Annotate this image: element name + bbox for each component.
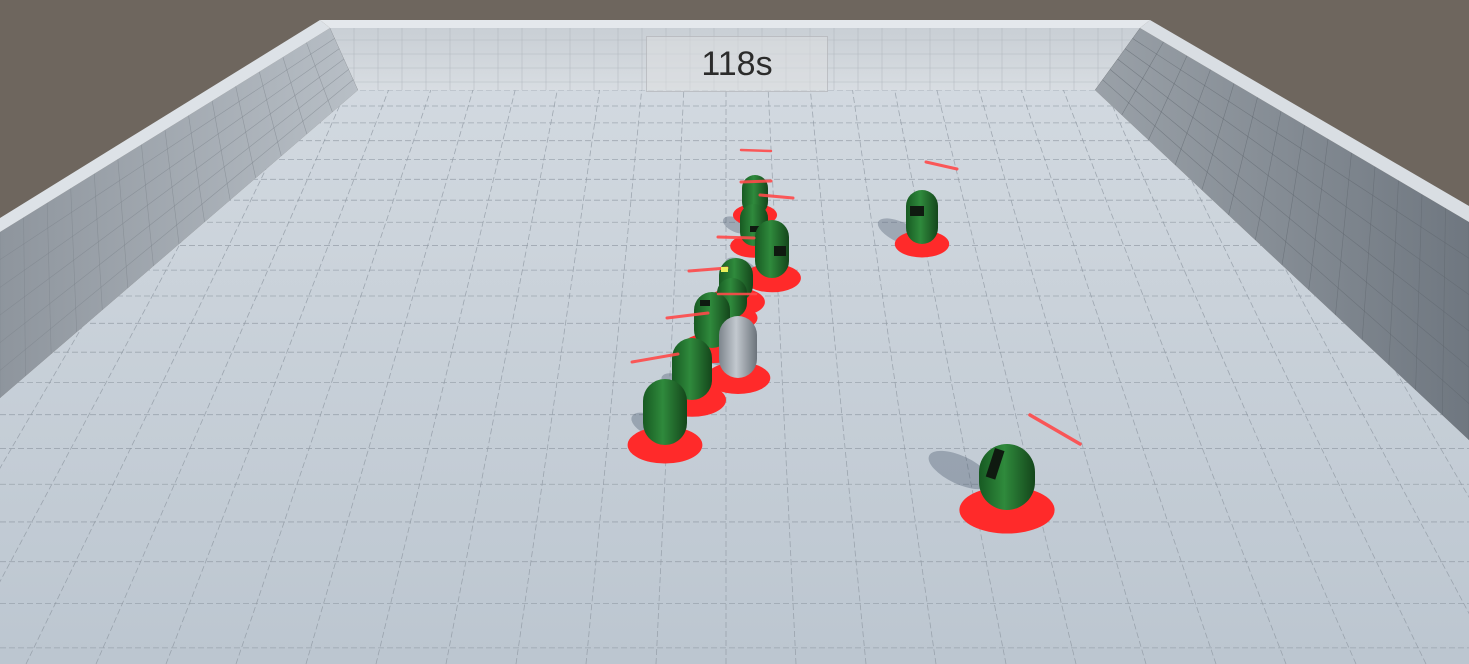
countdown-timer: 118s xyxy=(701,44,773,83)
arena-scene xyxy=(0,20,1469,664)
timer-panel: 118s xyxy=(646,36,828,92)
game-viewport[interactable]: 118s xyxy=(0,0,1469,664)
marker-icon xyxy=(721,267,728,272)
wall-top-back xyxy=(320,20,1150,28)
